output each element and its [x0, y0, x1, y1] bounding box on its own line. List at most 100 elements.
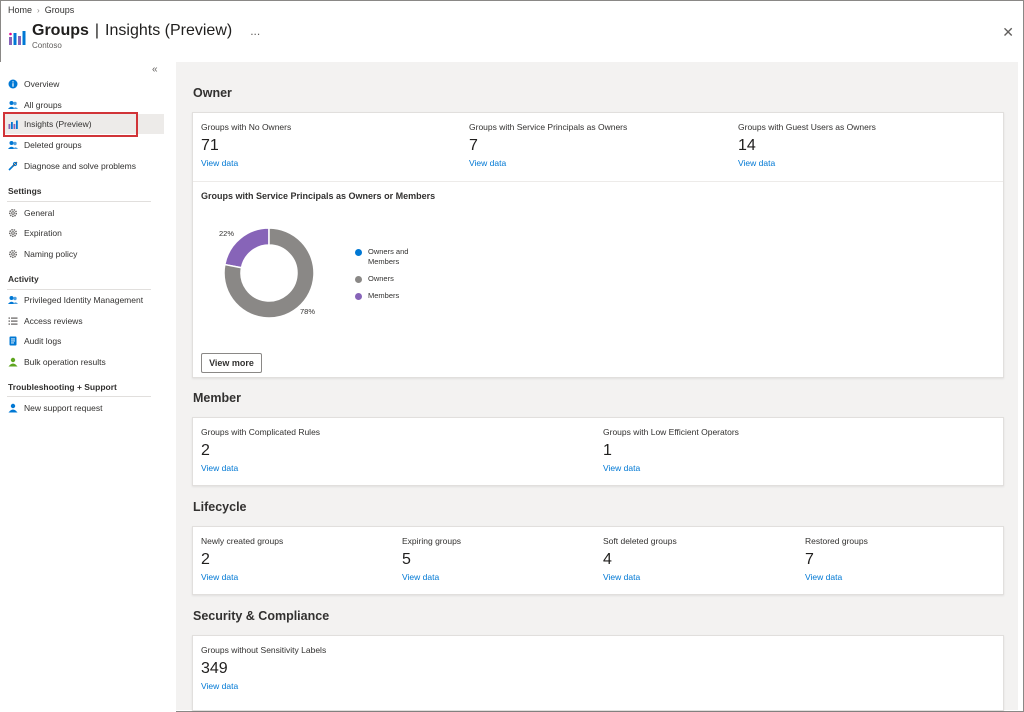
chart-legend: Owners and Members Owners Members: [355, 247, 420, 308]
metric-value: 7: [805, 551, 814, 568]
sidebar-item-label: Expiration: [24, 228, 62, 238]
gear-icon: [8, 208, 18, 218]
activity-section-title: Activity: [8, 274, 39, 284]
metric-expiring: Expiring groups 5 View data: [402, 536, 461, 582]
view-data-link[interactable]: View data: [201, 681, 326, 691]
metric-value: 4: [603, 551, 612, 568]
breadcrumb: Home › Groups: [8, 5, 74, 15]
sidebar-item-pim[interactable]: Privileged Identity Management: [3, 290, 164, 310]
sidebar-item-diagnose[interactable]: Diagnose and solve problems: [3, 156, 164, 176]
sidebar-item-label: Privileged Identity Management: [24, 295, 144, 305]
sidebar-item-expiration[interactable]: Expiration: [3, 223, 164, 243]
sidebar-item-audit-logs[interactable]: Audit logs: [3, 331, 164, 351]
metric-value: 1: [603, 442, 612, 459]
metric-value: 14: [738, 137, 756, 154]
member-card: Groups with Complicated Rules 2 View dat…: [192, 417, 1004, 486]
sidebar-item-label: Overview: [24, 79, 60, 89]
more-options-icon[interactable]: ...: [250, 24, 260, 38]
breadcrumb-groups[interactable]: Groups: [45, 5, 75, 15]
legend-swatch: [355, 275, 362, 283]
settings-section-title: Settings: [8, 186, 42, 196]
sidebar-item-overview[interactable]: Overview: [3, 74, 164, 94]
sidebar-item-label: New support request: [24, 403, 103, 413]
tenant-name: Contoso: [32, 41, 62, 50]
lifecycle-section-title: Lifecycle: [193, 500, 247, 514]
sidebar-item-label: All groups: [24, 100, 62, 110]
lifecycle-card: Newly created groups 2 View data Expirin…: [192, 526, 1004, 595]
gear-icon: [8, 228, 18, 238]
metric-label: Newly created groups: [201, 536, 284, 546]
metric-label: Restored groups: [805, 536, 868, 546]
section-divider: [7, 201, 151, 202]
metric-label: Groups with Low Efficient Operators: [603, 427, 739, 437]
view-data-link[interactable]: View data: [603, 463, 739, 473]
section-divider: [7, 396, 151, 397]
sidebar: « Overview All groups Insights (Preview)…: [0, 62, 176, 712]
slice-label-members: 22%: [219, 229, 235, 238]
view-data-link[interactable]: View data: [738, 158, 876, 168]
sidebar-item-label: Diagnose and solve problems: [24, 161, 136, 171]
sidebar-item-bulk-operations[interactable]: Bulk operation results: [3, 352, 164, 372]
metric-value: 71: [201, 137, 219, 154]
wrench-icon: [8, 161, 18, 171]
legend-item-members: Members: [355, 291, 420, 301]
view-data-link[interactable]: View data: [469, 158, 627, 168]
page-title: Groups: [32, 22, 89, 39]
metric-sp-owners: Groups with Service Principals as Owners…: [469, 122, 627, 168]
metric-label: Expiring groups: [402, 536, 462, 546]
support-icon: [8, 403, 18, 413]
legend-label: Owners: [368, 274, 394, 283]
sidebar-item-label: Deleted groups: [24, 140, 82, 150]
close-icon[interactable]: ✕: [1002, 24, 1014, 41]
slice-label-owners: 78%: [300, 307, 316, 316]
metric-value: 2: [201, 442, 210, 459]
metric-complicated-rules: Groups with Complicated Rules 2 View dat…: [201, 427, 320, 473]
people-icon: [8, 140, 18, 150]
metric-label: Groups with Complicated Rules: [201, 427, 321, 437]
main-content: Owner Groups with No Owners 71 View data…: [176, 62, 1018, 711]
sidebar-item-access-reviews[interactable]: Access reviews: [3, 311, 164, 331]
gear-icon: [8, 249, 18, 259]
selection-highlight-box: [3, 112, 138, 137]
metric-label: Groups with No Owners: [201, 122, 292, 132]
metric-value: 5: [402, 551, 411, 568]
log-icon: [8, 336, 18, 346]
sidebar-item-label: Bulk operation results: [24, 357, 106, 367]
sidebar-item-label: Naming policy: [24, 249, 78, 259]
people-icon: [8, 295, 18, 305]
bulk-icon: [8, 357, 18, 367]
view-data-link[interactable]: View data: [201, 158, 291, 168]
metric-value: 349: [201, 660, 228, 677]
metric-restored: Restored groups 7 View data: [805, 536, 868, 582]
view-data-link[interactable]: View data: [201, 572, 283, 582]
owner-section-title: Owner: [193, 86, 232, 100]
member-section-title: Member: [193, 391, 241, 405]
security-section-title: Security & Compliance: [193, 609, 330, 623]
sidebar-item-general[interactable]: General: [3, 203, 164, 223]
page-subtitle: Insights (Preview): [105, 22, 233, 39]
legend-label: Members: [368, 291, 400, 300]
view-data-link[interactable]: View data: [201, 463, 320, 473]
view-data-link[interactable]: View data: [402, 572, 461, 582]
metric-no-sensitivity-labels: Groups without Sensitivity Labels 349 Vi…: [201, 645, 326, 691]
metric-no-owners: Groups with No Owners 71 View data: [201, 122, 291, 168]
insights-logo-icon: [9, 31, 26, 45]
sidebar-item-new-support-request[interactable]: New support request: [3, 398, 164, 418]
view-data-link[interactable]: View data: [805, 572, 868, 582]
view-data-link[interactable]: View data: [603, 572, 677, 582]
page-header: Groups | Insights (Preview) ... Contoso: [8, 22, 260, 50]
legend-item-owners: Owners: [355, 274, 420, 284]
sidebar-item-label: Audit logs: [24, 336, 62, 346]
info-icon: [8, 79, 18, 89]
owner-card: Groups with No Owners 71 View data Group…: [192, 112, 1004, 378]
sidebar-item-label: General: [24, 208, 55, 218]
legend-item-owners-and-members: Owners and Members: [355, 247, 420, 267]
sidebar-item-naming-policy[interactable]: Naming policy: [3, 244, 164, 264]
sidebar-item-deleted-groups[interactable]: Deleted groups: [3, 135, 164, 155]
legend-swatch: [355, 292, 362, 300]
sidebar-item-label: Access reviews: [24, 316, 83, 326]
view-more-button[interactable]: View more: [201, 353, 262, 373]
breadcrumb-separator: ›: [37, 5, 40, 15]
metric-label: Groups without Sensitivity Labels: [201, 645, 327, 655]
breadcrumb-home[interactable]: Home: [8, 5, 32, 15]
